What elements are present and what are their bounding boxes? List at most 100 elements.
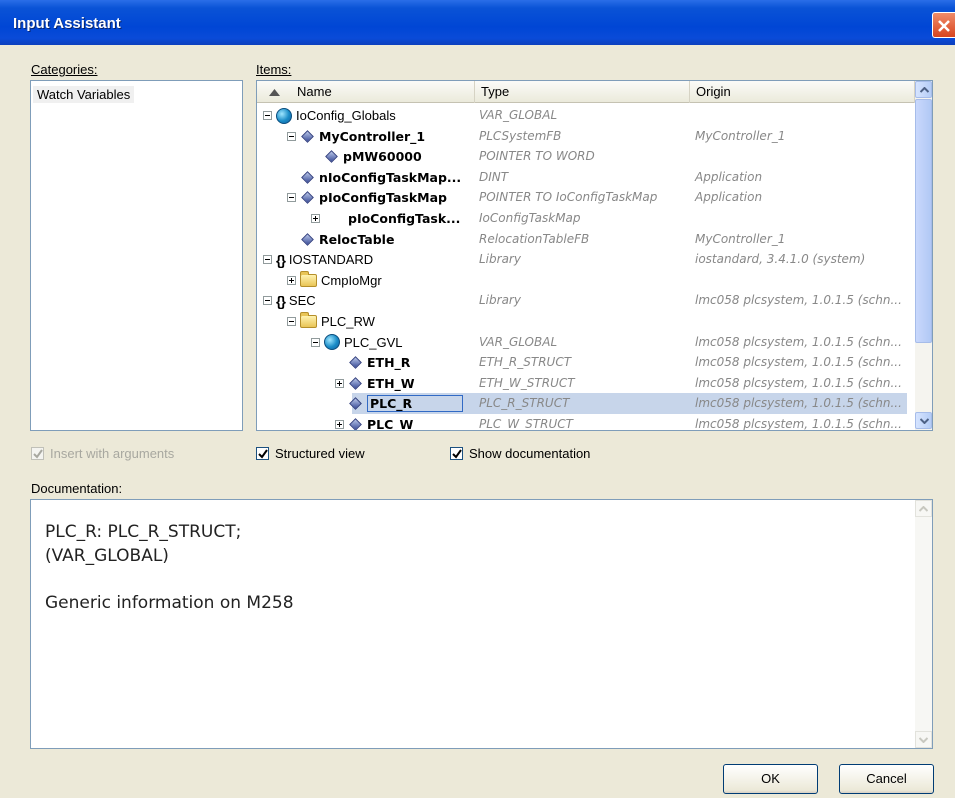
- column-name-label: Name: [297, 84, 332, 99]
- doc-scroll-down-button[interactable]: [915, 731, 932, 748]
- doc-description: Generic information on M258: [45, 593, 294, 613]
- tree-item-name: PLC_R: [367, 395, 464, 413]
- column-header-name[interactable]: Name: [257, 81, 475, 103]
- doc-scroll-up-button[interactable]: [915, 500, 932, 517]
- tree-row[interactable]: RelocTable RelocationTableFB MyController_…: [257, 229, 915, 250]
- doc-declaration: PLC_R: PLC_R_STRUCT;: [45, 522, 242, 542]
- tree-item-origin: lmc058 plcsystem, 1.0.1.5 (schn...: [695, 375, 902, 390]
- tree-node: PLC_GVL: [311, 332, 403, 353]
- tree-row[interactable]: IoConfig_Globals VAR_GLOBAL: [257, 105, 915, 126]
- tree-node: pIoConfigTaskMap: [287, 187, 447, 208]
- tree-item-type: ETH_W_STRUCT: [479, 375, 575, 390]
- tree-header: Name Type Origin: [257, 81, 915, 103]
- tree-row[interactable]: pIoConfigTaskMap POINTER TO IoConfigTaskM…: [257, 187, 915, 208]
- tree-row[interactable]: ETH_W ETH_W_STRUCT lmc058 plcsystem, 1.0.1…: [257, 373, 915, 394]
- tree-item-origin: lmc058 plcsystem, 1.0.1.5 (schn...: [695, 355, 902, 370]
- tree-row[interactable]: MyController_1 PLCSystemFB MyController_1: [257, 126, 915, 147]
- variable-icon: [349, 376, 362, 390]
- tree-item-name: PLC_W: [367, 417, 414, 431]
- variable-icon: [301, 232, 314, 246]
- documentation-scrollbar[interactable]: [915, 500, 932, 748]
- close-icon: [938, 20, 950, 32]
- checkmark-icon: [33, 449, 43, 459]
- expand-icon[interactable]: [335, 420, 344, 429]
- tree-item-origin: lmc058 plcsystem, 1.0.1.5 (schn...: [695, 334, 902, 349]
- tree-item-name: PLC_RW: [321, 314, 375, 329]
- collapse-icon[interactable]: [263, 111, 272, 120]
- title-bar[interactable]: Input Assistant: [0, 0, 955, 45]
- tree-item-name: pIoConfigTask...: [348, 211, 461, 226]
- tree-node: {} IOSTANDARD: [263, 249, 373, 270]
- tree-row[interactable]: {} SEC Library lmc058 plcsystem, 1.0.1.5 (s…: [257, 290, 915, 311]
- tree-item-name: IoConfig_Globals: [296, 108, 396, 123]
- column-header-type[interactable]: Type: [475, 81, 690, 103]
- collapse-icon[interactable]: [311, 337, 320, 347]
- tree-item-name: RelocTable: [319, 231, 395, 247]
- insert-with-arguments-label: Insert with arguments: [50, 446, 175, 461]
- doc-scope: (VAR_GLOBAL): [45, 546, 169, 566]
- chevron-down-icon: [919, 737, 928, 743]
- categories-label-text: Categories:: [31, 62, 98, 77]
- collapse-icon[interactable]: [287, 193, 296, 203]
- tree-row[interactable]: pMW60000 POINTER TO WORD: [257, 146, 915, 167]
- scroll-up-button[interactable]: [915, 81, 932, 98]
- collapse-icon[interactable]: [263, 296, 272, 306]
- tree-row[interactable]: PLC_R PLC_R_STRUCT lmc058 plcsystem, 1.0.1…: [257, 393, 915, 415]
- tree-item-name: pIoConfigTaskMap: [319, 190, 447, 206]
- tree-item-name: IOSTANDARD: [288, 252, 374, 268]
- close-button[interactable]: [932, 12, 955, 38]
- variable-icon: [349, 397, 362, 411]
- tree-row[interactable]: nIoConfigTaskMap... DINT Application: [257, 167, 915, 188]
- input-assistant-dialog: Input Assistant Categories: Watch Variab…: [0, 0, 955, 798]
- cancel-button[interactable]: Cancel: [839, 764, 934, 794]
- ok-button[interactable]: OK: [723, 764, 818, 794]
- tree-row[interactable]: PLC_RW: [257, 311, 915, 332]
- tree-node: PLC_RW: [287, 311, 375, 332]
- tree-item-name: CmpIoMgr: [321, 272, 382, 288]
- tree-item-origin: lmc058 plcsystem, 1.0.1.5 (schn...: [695, 417, 902, 431]
- tree-node: MyController_1: [287, 126, 425, 147]
- collapse-icon[interactable]: [287, 317, 296, 326]
- structured-view-label: Structured view: [275, 446, 365, 461]
- scroll-down-button[interactable]: [915, 412, 932, 429]
- tree-node: PLC_R: [335, 393, 464, 414]
- structured-view-checkbox[interactable]: [256, 447, 269, 460]
- globe-icon: [324, 334, 340, 351]
- categories-list[interactable]: Watch Variables: [30, 80, 243, 431]
- variable-icon: [301, 191, 314, 205]
- tree-row[interactable]: {} IOSTANDARD Library iostandard, 3.4.1.0 (…: [257, 249, 915, 270]
- column-header-origin[interactable]: Origin: [690, 81, 915, 103]
- items-tree[interactable]: Name Type Origin IoConfig_Globals VAR_GLO…: [256, 80, 933, 431]
- collapse-icon[interactable]: [263, 255, 272, 265]
- tree-row[interactable]: CmpIoMgr: [257, 270, 915, 291]
- expand-icon[interactable]: [287, 275, 296, 285]
- library-icon: {}: [276, 292, 286, 309]
- tree-node: CmpIoMgr: [287, 270, 382, 291]
- tree-item-type: RelocationTableFB: [479, 231, 590, 246]
- tree-node: RelocTable: [287, 229, 394, 250]
- tree-node: {} SEC: [263, 290, 316, 311]
- items-scrollbar[interactable]: [915, 81, 932, 430]
- category-item-watch-variables[interactable]: Watch Variables: [33, 86, 135, 103]
- show-documentation-checkbox[interactable]: [450, 447, 463, 460]
- chevron-down-icon: [920, 418, 929, 424]
- chevron-up-icon: [920, 87, 929, 93]
- tree-row[interactable]: ETH_R ETH_R_STRUCT lmc058 plcsystem, 1.0.1…: [257, 352, 915, 373]
- collapse-icon[interactable]: [287, 131, 296, 141]
- tree-item-type: DINT: [479, 169, 509, 184]
- tree-item-origin: lmc058 plcsystem, 1.0.1.5 (schn...: [695, 396, 902, 411]
- insert-with-arguments-checkbox[interactable]: [31, 447, 44, 460]
- documentation-box[interactable]: PLC_R: PLC_R_STRUCT; (VAR_GLOBAL) Generi…: [30, 499, 933, 749]
- expand-icon[interactable]: [335, 378, 344, 388]
- categories-label: Categories:: [31, 62, 97, 77]
- tree-row[interactable]: PLC_W PLC_W_STRUCT lmc058 plcsystem, 1.0.1…: [257, 414, 915, 431]
- tree-row[interactable]: PLC_GVL VAR_GLOBAL lmc058 plcsystem, 1.0.1…: [257, 332, 915, 353]
- tree-item-type: POINTER TO WORD: [479, 149, 595, 164]
- expand-icon[interactable]: [311, 214, 320, 223]
- tree-item-type: PLC_R_STRUCT: [479, 396, 570, 411]
- scroll-thumb[interactable]: [915, 99, 932, 343]
- tree-item-origin: lmc058 plcsystem, 1.0.1.5 (schn...: [695, 293, 902, 308]
- chevron-up-icon: [919, 506, 928, 512]
- tree-row[interactable]: pIoConfigTask... IoConfigTaskMap: [257, 208, 915, 229]
- folder-icon: [300, 270, 317, 287]
